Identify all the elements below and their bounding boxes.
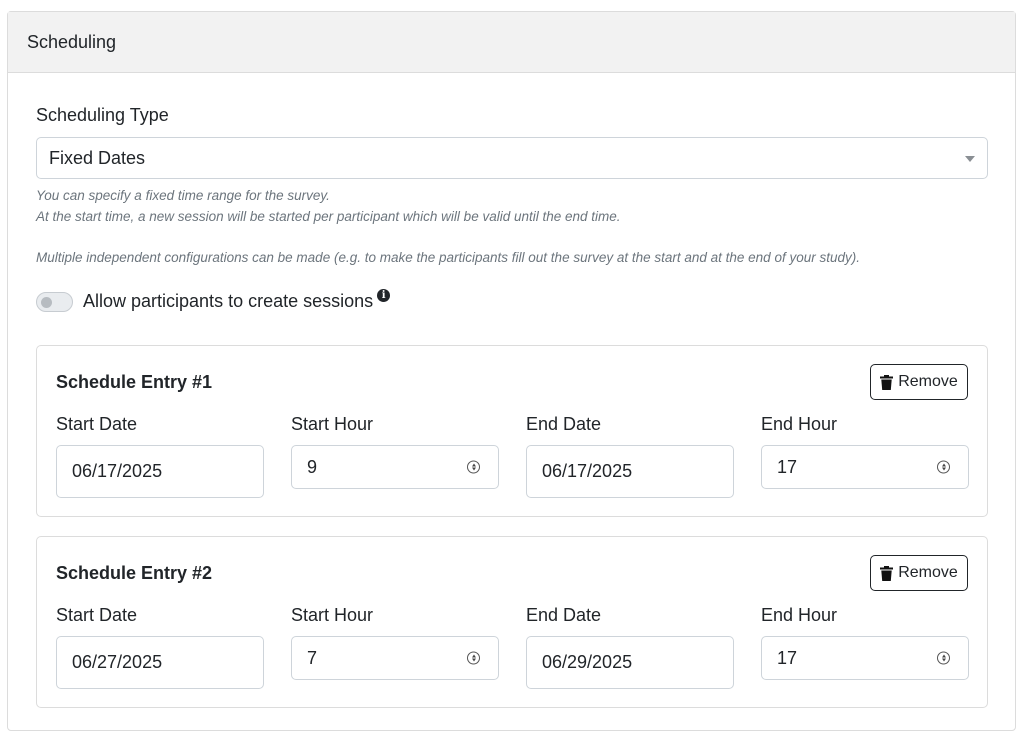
end-date-input[interactable]: 06/17/2025 [526, 445, 734, 498]
help-text-line-3: Multiple independent configurations can … [36, 250, 860, 265]
schedule-entry-1: Schedule Entry #1 Remove Start Date Star… [36, 345, 988, 517]
card-header: Scheduling [8, 12, 1015, 73]
card-title: Scheduling [27, 31, 117, 52]
stepper-icon[interactable] [937, 460, 950, 474]
start-date-label: Start Date [56, 414, 138, 434]
start-date-value: 06/17/2025 [72, 461, 163, 481]
end-hour-value: 17 [777, 647, 798, 668]
schedule-entry-2: Schedule Entry #2 Remove Start Date Star… [36, 536, 988, 708]
end-date-label: End Date [526, 414, 602, 434]
remove-entry-2-button[interactable]: Remove [870, 555, 968, 591]
end-hour-value: 17 [777, 456, 798, 477]
help-text-line-2: At the start time, a new session will be… [36, 209, 621, 224]
allow-sessions-row: Allow participants to create sessions i [36, 289, 391, 312]
schedule-entry-title: Schedule Entry #1 [56, 372, 213, 392]
start-hour-value: 9 [307, 456, 318, 477]
toggle-knob [41, 296, 52, 308]
allow-sessions-toggle[interactable] [36, 291, 73, 312]
end-hour-input[interactable]: 17 [761, 636, 969, 680]
scheduling-type-select[interactable]: Fixed Dates [36, 137, 988, 179]
end-hour-label: End Hour [761, 605, 838, 625]
trash-icon [880, 374, 894, 390]
remove-button-label: Remove [898, 564, 958, 581]
stepper-icon[interactable] [467, 460, 480, 474]
schedule-entry-title: Schedule Entry #2 [56, 563, 213, 583]
start-hour-label: Start Hour [291, 605, 374, 625]
start-hour-input[interactable]: 9 [291, 445, 499, 489]
stepper-icon[interactable] [937, 651, 950, 665]
remove-button-label: Remove [898, 373, 958, 390]
trash-icon [880, 565, 894, 581]
start-date-input[interactable]: 06/27/2025 [56, 636, 264, 689]
end-date-input[interactable]: 06/29/2025 [526, 636, 734, 689]
chevron-down-icon [965, 156, 975, 162]
remove-entry-1-button[interactable]: Remove [870, 364, 968, 400]
scheduling-type-label: Scheduling Type [36, 105, 169, 125]
start-date-label: Start Date [56, 605, 138, 625]
start-hour-label: Start Hour [291, 414, 374, 434]
scheduling-type-value: Fixed Dates [49, 147, 146, 168]
end-hour-input[interactable]: 17 [761, 445, 969, 489]
end-date-value: 06/17/2025 [542, 461, 633, 481]
help-text-line-1: You can specify a fixed time range for t… [36, 188, 330, 203]
end-date-value: 06/29/2025 [542, 652, 633, 672]
start-hour-input[interactable]: 7 [291, 636, 499, 680]
info-circle-icon[interactable]: i [377, 289, 391, 302]
stepper-icon[interactable] [467, 651, 480, 665]
start-date-input[interactable]: 06/17/2025 [56, 445, 264, 498]
allow-sessions-label: Allow participants to create sessions [83, 291, 374, 311]
scheduling-card: Scheduling Scheduling Type Fixed Dates Y… [7, 11, 1016, 731]
start-hour-value: 7 [307, 647, 318, 668]
end-hour-label: End Hour [761, 414, 838, 434]
start-date-value: 06/27/2025 [72, 652, 163, 672]
end-date-label: End Date [526, 605, 602, 625]
